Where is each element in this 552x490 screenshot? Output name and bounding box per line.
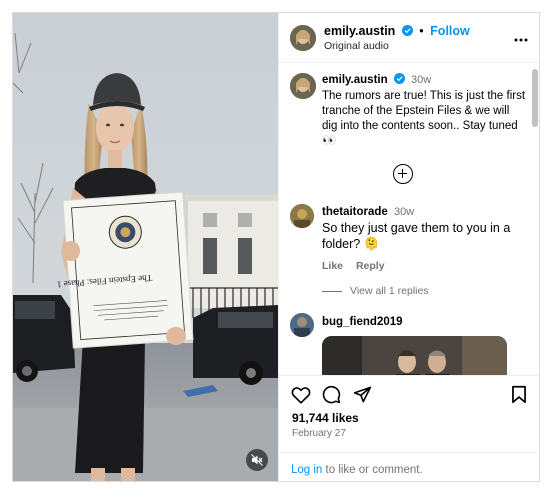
share-icon[interactable]: [353, 385, 372, 404]
login-link[interactable]: Log in: [291, 464, 322, 476]
comment-like-button[interactable]: Like: [322, 260, 343, 272]
follow-button[interactable]: Follow: [430, 24, 470, 38]
mute-toggle-button[interactable]: [246, 449, 268, 471]
caption-text-block: emily.austin 30w The rumors are true! Th…: [322, 73, 527, 149]
commenter-avatar[interactable]: [290, 204, 314, 228]
comment-text-block: thetaitorade 30w So they just gave them …: [322, 204, 527, 252]
verified-badge-icon: [401, 25, 413, 36]
avatar-image: [290, 73, 316, 99]
author-avatar[interactable]: [290, 25, 316, 51]
post-details-panel: emily.austin • Follow Original audio emi…: [278, 13, 539, 481]
more-options-button[interactable]: [514, 29, 528, 45]
comment-text: So they just gave them to you in a folde…: [322, 221, 511, 251]
view-replies-label: View all 1 replies: [350, 285, 429, 297]
comment-actions: Like Reply: [322, 260, 395, 272]
heart-icon[interactable]: [291, 386, 311, 404]
comments-section[interactable]: emily.austin 30w The rumors are true! Th…: [279, 64, 539, 375]
header-user-line: emily.austin • Follow: [324, 24, 470, 38]
media-image: The Epstein Files: Phase 1: [13, 13, 278, 481]
commenter-username[interactable]: bug_fiend2019: [322, 316, 403, 328]
post-actions: 91,744 likes February 27 Log in to like …: [279, 375, 539, 481]
avatar-image: [290, 204, 314, 228]
replies-divider-line: [322, 290, 342, 292]
avatar-image: [290, 313, 314, 337]
post-media[interactable]: The Epstein Files: Phase 1: [13, 13, 278, 481]
login-prompt-text: Log in to like or comment.: [291, 464, 423, 476]
separator-dot: •: [419, 24, 424, 38]
comment-icon[interactable]: [322, 385, 341, 404]
caption-timestamp: 30w: [411, 74, 432, 86]
instagram-post: The Epstein Files: Phase 1 emily.austin …: [12, 12, 540, 482]
commenter-avatar[interactable]: [290, 313, 314, 337]
load-more-comments-button[interactable]: [393, 164, 413, 184]
login-prompt-rest: to like or comment.: [322, 464, 423, 476]
author-username[interactable]: emily.austin: [324, 24, 395, 38]
bookmark-icon[interactable]: [511, 385, 527, 404]
audio-label[interactable]: Original audio: [324, 40, 389, 52]
comments-scrollbar-thumb[interactable]: [532, 69, 538, 127]
comment-reply-button[interactable]: Reply: [356, 260, 385, 272]
login-prompt: Log in to like or comment.: [279, 452, 539, 481]
view-replies-button[interactable]: View all 1 replies: [322, 285, 429, 297]
verified-badge-icon: [393, 73, 405, 84]
caption-text: The rumors are true! This is just the fi…: [322, 90, 526, 147]
caption-avatar[interactable]: [290, 73, 316, 99]
speaker-muted-icon: [251, 454, 263, 466]
comment-photo: [322, 336, 507, 375]
caption-username[interactable]: emily.austin: [322, 74, 388, 86]
comment-timestamp: 30w: [394, 206, 415, 218]
post-date: February 27: [292, 428, 346, 439]
more-horizontal-icon: [514, 38, 528, 42]
post-header: emily.austin • Follow Original audio: [279, 13, 539, 63]
likes-count[interactable]: 91,744 likes: [292, 411, 359, 425]
comment-image[interactable]: [322, 336, 507, 375]
commenter-username[interactable]: thetaitorade: [322, 206, 388, 218]
avatar-image: [290, 25, 316, 51]
